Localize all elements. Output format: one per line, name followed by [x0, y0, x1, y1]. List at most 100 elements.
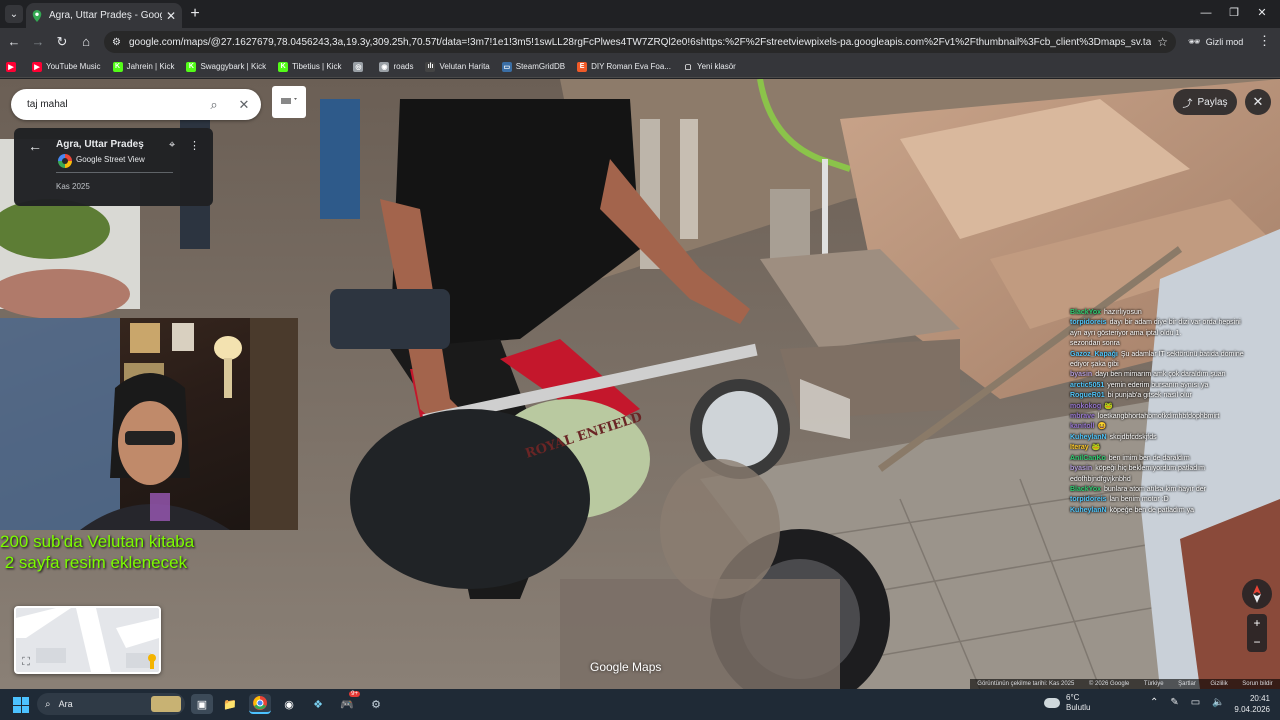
taskbar-search[interactable]: ⌕ Ara	[37, 693, 185, 715]
bookmark-favicon-icon: K	[112, 61, 123, 72]
zoom-controls: + −	[1247, 614, 1267, 652]
layers-button[interactable]	[272, 86, 306, 118]
chat-username: BlackYox	[1070, 485, 1101, 493]
stream-goal-text: 200 sub'da Velutan kitaba 2 sayfa resim …	[0, 531, 194, 573]
app-icon[interactable]: ❖	[307, 694, 329, 714]
tab-search-button[interactable]: ⌄	[5, 5, 23, 23]
home-button[interactable]: ⌂	[76, 32, 96, 52]
bookmark-item[interactable]: ◎	[353, 61, 367, 72]
zoom-in-button[interactable]: +	[1247, 614, 1267, 633]
capture-date[interactable]: Kas 2025	[56, 182, 90, 191]
search-icon[interactable]: ⌕	[205, 97, 223, 113]
maps-favicon-icon	[32, 9, 42, 22]
clear-search-icon[interactable]: ✕	[235, 97, 253, 113]
clock[interactable]: 20:41 9.04.2026	[1228, 693, 1270, 715]
expand-minimap-icon[interactable]: ⛶	[19, 655, 33, 669]
chat-username: mokokog	[1070, 402, 1102, 410]
bookmark-item[interactable]: ▢ Yeni klasör	[683, 61, 736, 72]
chat-text: hazırlıyosun	[1104, 309, 1142, 316]
incognito-indicator[interactable]: 🕶 Gizli mod	[1188, 33, 1243, 51]
window-close-button[interactable]: ✕	[1248, 4, 1276, 22]
google-logo-icon	[58, 154, 72, 168]
footer-link: © 2026 Google	[1088, 681, 1130, 687]
footer-link[interactable]: Şartlar	[1178, 681, 1196, 687]
speaker-icon[interactable]: 🔈	[1212, 697, 1224, 708]
forward-button[interactable]: →	[28, 32, 48, 52]
temperature: 6°C	[1066, 693, 1080, 702]
location-pin-icon[interactable]: ⌖	[169, 139, 175, 152]
bookmark-item[interactable]: ▶	[6, 61, 20, 72]
chat-username: torpidoreis	[1070, 496, 1107, 504]
bookmark-favicon-icon: ▢	[683, 61, 693, 72]
place-title: Agra, Uttar Pradeş	[56, 139, 144, 150]
bookmark-star-icon[interactable]: ☆	[1157, 35, 1168, 49]
bookmark-label: YouTube Music	[46, 62, 101, 71]
footer-link[interactable]: Sorun bildir	[1242, 681, 1272, 687]
back-arrow-icon[interactable]: ←	[28, 138, 42, 154]
bookmark-item[interactable]: ▭ SteamGridDB	[501, 61, 565, 72]
chat-message: byasin dayı ben mimarım amk çok daraldım …	[1070, 370, 1280, 380]
restore-button[interactable]: ❐	[1220, 4, 1248, 22]
file-explorer-icon[interactable]: 📁	[219, 694, 241, 714]
chevron-up-icon[interactable]: ⌃	[1150, 697, 1158, 708]
chat-message: Gazoz_Kapağı Şu adamlar IT sektörünü batı…	[1070, 350, 1280, 360]
chrome-icon[interactable]	[249, 694, 271, 714]
close-street-view-button[interactable]: ✕	[1245, 89, 1271, 115]
chat-message: RogueR01 bi punjab'a gitsek nasıl olur	[1070, 391, 1280, 401]
browser-tab[interactable]: Agra, Uttar Pradeş - Google Ha ✕	[26, 3, 182, 28]
chat-text: 🐸	[1104, 402, 1113, 410]
chat-text: köpeği hiç beklemiyordum patladım	[1095, 465, 1205, 473]
reload-button[interactable]: ↻	[52, 32, 72, 52]
chat-message: KuheylanN köpeğe ben de patladım ya	[1070, 506, 1280, 516]
browser-menu-icon[interactable]: ⋮	[1258, 33, 1271, 49]
bookmark-item[interactable]: ılı Velutan Harita	[425, 61, 490, 72]
back-button[interactable]: ←	[4, 32, 24, 52]
share-button[interactable]: ⤴ Paylaş	[1173, 89, 1237, 115]
minimap[interactable]	[14, 606, 161, 674]
search-highlight-image	[151, 696, 181, 712]
start-button[interactable]	[13, 697, 29, 713]
bookmark-item[interactable]: ◉ roads	[379, 61, 414, 72]
new-tab-button[interactable]: +	[186, 5, 204, 23]
share-label: Paylaş	[1197, 96, 1228, 108]
chat-message: edofhbjndfgvjknbhd	[1070, 475, 1280, 485]
stream-chat: BlackYox hazırlıyosun torpidoreis dayı bir …	[1070, 308, 1280, 516]
address-bar[interactable]: ⚙ google.com/maps/@27.1627679,78.0456243…	[104, 31, 1176, 53]
footer-link[interactable]: Gizlilik	[1210, 681, 1227, 687]
monitor-icon[interactable]: ▭	[1191, 697, 1200, 708]
bookmark-item[interactable]: K Swaggybark | Kick	[186, 61, 266, 72]
minimize-button[interactable]: —	[1192, 4, 1220, 22]
chat-username: AnilCanKo	[1070, 454, 1106, 462]
search-query-text[interactable]: taj mahal	[27, 99, 193, 110]
obs-icon[interactable]: ◉	[278, 694, 300, 714]
chat-text: bi punjab'a gitsek nasıl olur	[1107, 392, 1192, 400]
street-view-info-card: ← Agra, Uttar Pradeş ⌖ ⋮ Google Street V…	[14, 128, 213, 206]
chat-username: KuheylanN	[1070, 433, 1107, 441]
chat-username: mbrave	[1070, 413, 1095, 421]
weather-widget[interactable]: 6°C Bulutlu	[1044, 693, 1090, 713]
pen-icon[interactable]: ✎	[1170, 697, 1178, 708]
chat-username: RogueR01	[1070, 392, 1105, 400]
bookmark-item[interactable]: E DIY Roman Eva Foa...	[577, 61, 671, 72]
bookmark-item[interactable]: K Tibetius | Kick	[278, 61, 341, 72]
incognito-label: Gizli mod	[1205, 37, 1244, 47]
task-view-icon[interactable]: ▣	[191, 694, 213, 714]
site-info-icon[interactable]: ⚙	[112, 37, 121, 48]
more-options-icon[interactable]: ⋮	[189, 139, 200, 152]
maps-search-box[interactable]: taj mahal ⌕ ✕	[11, 89, 261, 120]
compass-control[interactable]	[1242, 579, 1272, 609]
layers-thumbnail-icon	[281, 98, 297, 104]
discord-icon[interactable]: 🎮 9+	[336, 691, 360, 714]
bookmark-item[interactable]: K Jahrein | Kick	[112, 61, 174, 72]
bookmarks-bar: ▶ ▶ YouTube Music K Jahrein | Kick K Swaggybar…	[0, 56, 1280, 78]
chat-text: edofhbjndfgvjknbhd	[1070, 475, 1131, 483]
notification-badge: 9+	[349, 691, 360, 697]
steam-icon[interactable]: ⚙	[365, 694, 387, 714]
bookmark-item[interactable]: ▶ YouTube Music	[32, 61, 101, 72]
chat-username: BlackYox	[1070, 309, 1101, 316]
chat-text: dayı bir adam diye bir dizi var orda hep…	[1109, 319, 1241, 327]
tab-close-icon[interactable]: ✕	[166, 9, 176, 23]
bookmark-label: roads	[393, 62, 414, 71]
footer-link[interactable]: Türkiye	[1144, 681, 1164, 687]
zoom-out-button[interactable]: −	[1247, 633, 1267, 652]
